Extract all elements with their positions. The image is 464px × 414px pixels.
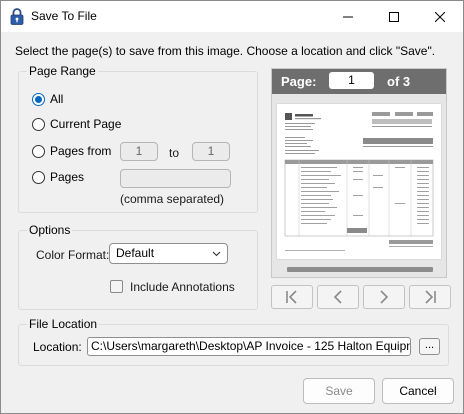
browse-button[interactable]: ... (419, 338, 440, 355)
location-label: Location: (33, 340, 82, 354)
first-page-icon (286, 290, 297, 304)
pages-from-input[interactable]: 1 (120, 142, 158, 161)
page-range-legend: Page Range (27, 64, 98, 78)
radio-all[interactable]: All (32, 92, 63, 106)
pages-to-label: to (169, 146, 180, 160)
preview-horizontal-scrollbar[interactable] (287, 267, 433, 272)
include-annotations-checkbox[interactable] (110, 280, 123, 293)
options-legend: Options (27, 223, 73, 237)
maximize-icon (389, 11, 399, 22)
options-group: Options Color Format: Default Include An… (18, 223, 258, 310)
next-page-button[interactable] (363, 285, 405, 309)
location-path-input[interactable]: C:\Users\margareth\Desktop\AP Invoice - … (87, 337, 411, 356)
pages-hint: (comma separated) (120, 192, 225, 206)
instructions-text: Select the page(s) to save from this ima… (15, 44, 436, 58)
page-range-group: Page Range All Current Page Pages from 1… (18, 64, 258, 213)
close-button[interactable] (417, 1, 463, 32)
window-title: Save To File (31, 9, 97, 23)
file-location-legend: File Location (27, 317, 100, 331)
page-label: Page: (281, 74, 317, 89)
maximize-button[interactable] (371, 1, 417, 32)
invoice-thumbnail-graphic (284, 112, 434, 251)
chevron-down-icon (212, 244, 221, 269)
previous-page-icon (333, 290, 342, 304)
save-button[interactable]: Save (303, 378, 375, 404)
radio-current-page[interactable]: Current Page (32, 117, 121, 131)
color-format-select[interactable]: Default (109, 243, 228, 264)
last-page-button[interactable] (409, 285, 451, 309)
title-bar[interactable]: Save To File (1, 1, 463, 32)
color-format-label: Color Format: (36, 248, 110, 262)
radio-pages-from-label: Pages from (50, 144, 112, 158)
padlock-icon (10, 8, 24, 25)
radio-all-label: All (50, 92, 64, 106)
save-to-file-dialog: Save To File Select the page(s) to save … (0, 0, 464, 414)
first-page-button[interactable] (271, 285, 313, 309)
radio-all-indicator[interactable] (32, 92, 45, 106)
previous-page-button[interactable] (317, 285, 359, 309)
radio-pages-label: Pages (50, 170, 85, 184)
minimize-button[interactable] (325, 1, 371, 32)
radio-current-page-label: Current Page (50, 117, 122, 131)
last-page-icon (425, 290, 436, 304)
close-icon (435, 11, 445, 22)
minimize-icon (343, 16, 353, 17)
preview-header: Page: 1 of 3 (272, 69, 446, 94)
radio-pages-from[interactable]: Pages from (32, 144, 111, 158)
include-annotations-label: Include Annotations (130, 280, 235, 294)
cancel-button[interactable]: Cancel (382, 378, 454, 404)
pages-list-input[interactable] (120, 169, 231, 188)
next-page-icon (380, 290, 389, 304)
radio-pages-indicator[interactable] (32, 170, 45, 184)
document-thumbnail (277, 104, 441, 259)
radio-pages-from-indicator[interactable] (32, 144, 45, 158)
current-page-input[interactable]: 1 (329, 72, 374, 89)
radio-current-page-indicator[interactable] (32, 117, 45, 131)
color-format-value: Default (116, 246, 155, 260)
radio-pages[interactable]: Pages (32, 170, 84, 184)
page-count-label: of 3 (387, 74, 411, 89)
preview-viewport[interactable] (272, 94, 446, 277)
page-preview-panel: Page: 1 of 3 (271, 68, 447, 278)
pages-to-input[interactable]: 1 (192, 142, 230, 161)
